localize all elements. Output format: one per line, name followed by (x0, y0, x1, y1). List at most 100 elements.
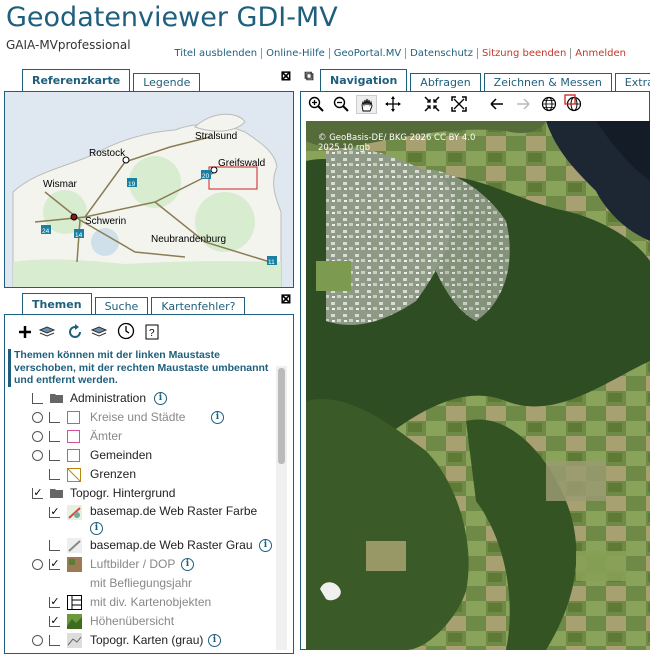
road-number-19: 19 (128, 181, 136, 188)
info-icon[interactable]: i (259, 539, 272, 552)
layers-icon[interactable] (38, 323, 56, 341)
layer-checkbox[interactable] (49, 540, 60, 551)
city-label-neubrandenburg: Neubrandenburg (151, 234, 226, 245)
layer-checkbox[interactable] (49, 412, 60, 423)
zoom-in-icon[interactable] (307, 95, 325, 113)
city-label-rostock: Rostock (89, 148, 126, 159)
layer-checkbox[interactable] (49, 431, 60, 442)
layers-stack-icon[interactable] (90, 323, 108, 341)
right-tabs: Navigation Abfragen Zeichnen & Messen Ex… (320, 69, 650, 91)
folder-icon (50, 489, 63, 498)
layer-label: Kreise und Städte (90, 410, 186, 424)
tab-navigation[interactable]: Navigation (320, 69, 408, 91)
layer-row-grenzen[interactable]: Grenzen (24, 466, 279, 483)
globe-icon[interactable] (540, 95, 558, 113)
layer-row-gemeinden[interactable]: Gemeinden (24, 447, 279, 464)
layer-label: mit Befliegungsjahr (90, 576, 193, 590)
layer-row-administration[interactable]: Administration i (24, 390, 279, 407)
aerial-map[interactable] (306, 121, 650, 650)
attribution-line1: © GeoBasis-DE/ BKG 2026 CC BY 4.0 (318, 133, 476, 143)
back-arrow-icon[interactable] (488, 95, 506, 113)
layer-label: Luftbilder / DOP (90, 557, 176, 571)
move-icon[interactable] (384, 95, 402, 113)
left-bottom-tabs: Themen Suche Kartenfehler? (22, 293, 248, 315)
geoportal-link[interactable]: GeoPortal.MV (328, 48, 405, 59)
online-help-link[interactable]: Online-Hilfe (261, 48, 329, 59)
pan-hand-icon[interactable] (356, 95, 377, 114)
tab-legende[interactable]: Legende (133, 73, 201, 91)
city-label-greifswald: Greifswald (218, 158, 265, 169)
add-theme-icon[interactable] (16, 323, 34, 341)
layer-checkbox[interactable] (49, 635, 60, 646)
layer-row-aerial[interactable]: ✓ Luftbilder / DOP i (24, 556, 279, 573)
globe-area-icon[interactable] (564, 94, 582, 112)
layer-checkbox[interactable]: ✓ (49, 616, 60, 627)
layer-checkbox[interactable]: ✓ (49, 507, 60, 518)
left-top-tabs: Referenzkarte Legende (22, 69, 203, 91)
layer-checkbox[interactable] (49, 469, 60, 480)
zoom-out-icon[interactable] (332, 95, 350, 113)
layer-row-relief[interactable]: ✓ Höhenübersicht (24, 613, 279, 630)
layer-label: basemap.de Web Raster Grau (90, 538, 253, 552)
layer-checkbox[interactable] (49, 450, 60, 461)
end-session-link[interactable]: Sitzung beenden (476, 48, 570, 59)
layer-radio[interactable] (32, 635, 43, 646)
tab-extras[interactable]: Extras (614, 73, 650, 91)
overview-map[interactable]: Stralsund Rostock Greifswald Wismar Schw… (5, 92, 293, 287)
close-icon[interactable]: ⊠ (279, 292, 293, 307)
layer-radio[interactable] (32, 559, 43, 570)
layer-row-basemap-color[interactable]: ✓ basemap.de Web Raster Farbe i (24, 504, 279, 536)
layer-checkbox[interactable] (32, 393, 43, 404)
layer-row-map-objects[interactable]: ✓ mit div. Kartenobjekten (24, 594, 279, 611)
layer-row-topo-background[interactable]: ✓ Topogr. Hintergrund (24, 485, 279, 502)
raster-color-icon (67, 505, 82, 520)
layer-row-aemter[interactable]: Ämter (24, 428, 279, 445)
hide-title-link[interactable]: Titel ausblenden (170, 48, 261, 59)
layer-radio[interactable] (32, 412, 43, 423)
tab-referenzkarte[interactable]: Referenzkarte (22, 69, 131, 91)
layer-checkbox[interactable]: ✓ (49, 559, 60, 570)
map-toolbar (300, 91, 650, 121)
info-icon[interactable]: i (154, 392, 167, 405)
info-icon[interactable]: i (181, 558, 194, 571)
layer-label: Ämter (90, 429, 123, 443)
help-icon[interactable]: ? (143, 323, 161, 341)
layer-label: basemap.de Web Raster Farbe (90, 504, 258, 518)
layer-row-basemap-gray[interactable]: basemap.de Web Raster Grau i (24, 537, 279, 554)
reference-map-panel: Stralsund Rostock Greifswald Wismar Schw… (4, 91, 294, 288)
layer-radio[interactable] (32, 431, 43, 442)
zoom-to-extent-icon[interactable] (423, 95, 441, 113)
info-icon[interactable]: i (211, 411, 224, 424)
tab-themen[interactable]: Themen (22, 293, 92, 315)
layer-checkbox[interactable]: ✓ (32, 488, 43, 499)
layer-row-flight-year[interactable]: mit Befliegungsjahr (24, 575, 279, 592)
tab-suche[interactable]: Suche (94, 297, 149, 315)
tab-kartenfehler[interactable]: Kartenfehler? (151, 297, 246, 315)
layer-label: Gemeinden (90, 448, 153, 462)
tab-zeichnen-messen[interactable]: Zeichnen & Messen (483, 73, 612, 91)
city-label-wismar: Wismar (43, 179, 78, 190)
privacy-link[interactable]: Datenschutz (405, 48, 477, 59)
layer-label: Höhenübersicht (90, 614, 175, 628)
info-icon[interactable]: i (90, 522, 103, 535)
layer-row-kreise[interactable]: Kreise und Städte i (24, 409, 279, 426)
map-frame: © GeoBasis-DE/ BKG 2026 CC BY 4.0 2025 1… (300, 121, 650, 650)
forward-arrow-icon[interactable] (514, 95, 532, 113)
clock-icon[interactable] (117, 322, 135, 340)
undock-icon[interactable]: ⧉ (302, 69, 316, 84)
layer-label: Topogr. Karten (grau) (90, 633, 204, 647)
info-icon[interactable]: i (208, 634, 221, 647)
top-links: Titel ausblenden Online-Hilfe GeoPortal.… (170, 48, 630, 59)
boundary-icon (67, 468, 81, 482)
layer-radio[interactable] (32, 450, 43, 461)
scrollbar-thumb[interactable] (278, 368, 285, 464)
layer-checkbox[interactable]: ✓ (49, 597, 60, 608)
layer-row-topo-gray[interactable]: Topogr. Karten (grau) i (24, 632, 279, 649)
tab-abfragen[interactable]: Abfragen (410, 73, 481, 91)
aerial-icon (67, 557, 82, 572)
refresh-icon[interactable] (66, 323, 84, 341)
full-extent-icon[interactable] (450, 95, 468, 113)
close-icon[interactable]: ⊠ (279, 69, 293, 84)
login-link[interactable]: Anmelden (570, 48, 630, 59)
topo-gray-icon (67, 633, 82, 648)
